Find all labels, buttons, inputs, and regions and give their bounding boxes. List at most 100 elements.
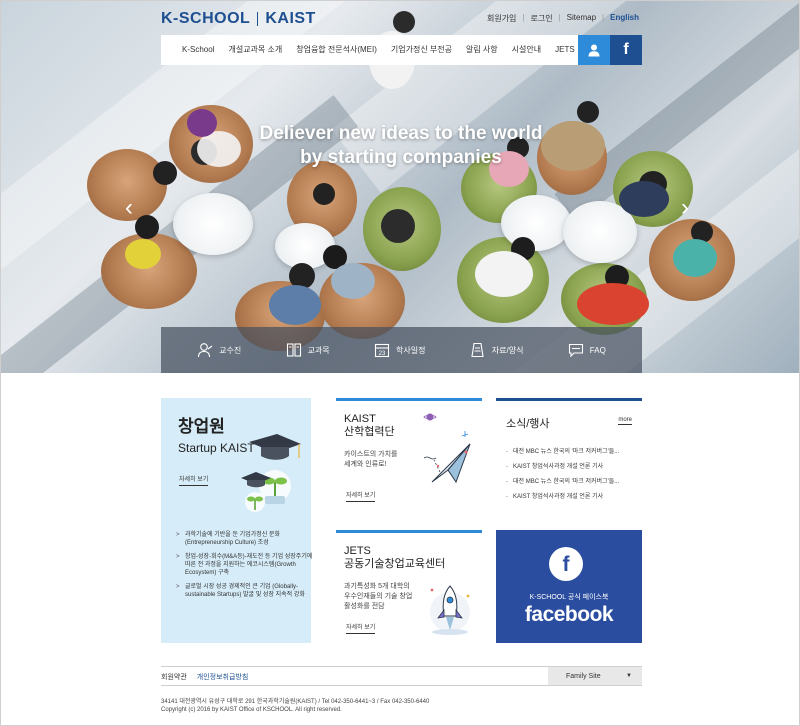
- footer-address: 34141 대전광역시 유성구 대학로 291 한국과학기술원(KAIST) /…: [161, 698, 429, 714]
- card-description: 카이스트의 가치를 세계와 인류로!: [344, 450, 397, 470]
- logo-divider: [257, 12, 259, 26]
- startup-bullet-list: > 과학기술에 기반을 둔 기업가정신 문화(Entrepreneurship C…: [176, 531, 316, 605]
- card-title-line: JETS: [344, 545, 371, 557]
- news-item-text: 대전 MBC 뉴스 한국의 '마크 저커버그'들...: [513, 449, 620, 455]
- quick-menu: 교수진 교과목 23 학사일정 자료/양식 FAQ: [161, 327, 642, 373]
- bullet-text: 과학기술에 기반을 둔 기업가정신 문화(Entrepreneurship Cu…: [185, 532, 280, 546]
- professor-icon: [198, 343, 213, 358]
- hero-headline: Deliever new ideas to the world by start…: [221, 122, 581, 170]
- chat-icon: [568, 343, 583, 358]
- person-photo: [125, 239, 161, 269]
- person-photo: [619, 181, 669, 217]
- startup-kaist-panel: 창업원 Startup KAIST 자세히 보기 > 과학기술에 기반을 둔 기업…: [161, 398, 312, 643]
- card-description: 과기특성화 5개 대학의 우수인재들의 기술 창업 활성화를 전담: [344, 582, 412, 612]
- list-item[interactable]: - 대전 MBC 뉴스 한국의 '마크 저커버그'들...: [506, 475, 640, 490]
- quick-label: 교과목: [307, 345, 330, 355]
- book-icon: [286, 343, 301, 357]
- site-logo[interactable]: K-SCHOOL KAIST: [161, 10, 316, 28]
- quick-label: 자료/양식: [491, 345, 524, 355]
- person-photo: [135, 215, 159, 239]
- startup-title: 창업원: [178, 417, 225, 436]
- card-title-line: 공동기술창업교육센터: [344, 558, 446, 570]
- hero-line-1: Deliever new ideas to the world: [259, 123, 543, 144]
- quick-item-documents[interactable]: 자료/양식: [470, 342, 524, 358]
- calendar-icon: 23: [374, 343, 390, 358]
- terms-link[interactable]: 회원약관: [161, 672, 187, 682]
- prev-slide-icon[interactable]: ‹: [121, 196, 137, 220]
- news-title: 소식/행사: [506, 418, 550, 430]
- card-desc-line: 활성화를 전담: [344, 603, 385, 610]
- nav-item-notice[interactable]: 알림 사항: [459, 35, 505, 65]
- svg-text:23: 23: [379, 351, 386, 357]
- news-item-text: KAIST 창업석사과정 개설 언론 기사: [513, 494, 604, 500]
- sitemap-link[interactable]: Sitemap: [567, 13, 596, 24]
- news-accent-bar: [496, 398, 642, 401]
- card-title-line: KAIST: [344, 413, 376, 425]
- card-title: KAIST 산학협력단: [344, 413, 395, 439]
- card-title-line: 산학협력단: [344, 426, 395, 438]
- quick-item-calendar[interactable]: 23 학사일정: [374, 342, 425, 358]
- card-desc-line: 세계와 인류로!: [344, 461, 387, 468]
- person-photo: [577, 101, 599, 123]
- list-item: > 글로벌 시장 성공 경제적인 큰 기업 (Globally-sustainab…: [176, 583, 316, 599]
- nav-item-mei[interactable]: 창업융합 전문석사(MEI): [289, 35, 384, 65]
- user-button[interactable]: [578, 35, 610, 65]
- facebook-wordmark: facebook: [524, 603, 614, 626]
- divider: |: [602, 13, 605, 22]
- person-photo: [187, 109, 217, 137]
- quick-label: FAQ: [589, 345, 606, 355]
- paper-plane-illustration: [423, 413, 471, 484]
- rocket-illustration: [430, 585, 470, 635]
- signup-link[interactable]: 회원가입: [487, 13, 516, 24]
- utility-links: 회원가입 | 로그인 | Sitemap | English: [487, 13, 639, 24]
- logo-kaist: KAIST: [265, 10, 316, 27]
- facebook-panel[interactable]: f K-SCHOOL 공식 페이스북 facebook: [496, 530, 642, 643]
- card-desc-line: 우수인재들의 기술 창업: [344, 593, 413, 600]
- table-photo: [173, 193, 253, 255]
- card-desc-line: 과기특성화 5개 대학의: [344, 583, 410, 590]
- jets-card: JETS 공동기술창업교육센터 과기특성화 5개 대학의 우수인재들의 기술 창…: [336, 530, 482, 643]
- news-panel: 소식/행사 more - 대전 MBC 뉴스 한국의 '마크 저커버그'들... …: [496, 398, 642, 518]
- person-photo: [475, 251, 533, 297]
- nav-item-minor[interactable]: 기업가정신 부전공: [384, 35, 459, 65]
- jets-more-link[interactable]: 자세히 보기: [346, 622, 376, 634]
- nav-item-jets[interactable]: JETS: [548, 35, 582, 65]
- main-navigation: K-School 개설교과목 소개 창업융합 전문석사(MEI) 기업가정신 부…: [161, 35, 642, 65]
- privacy-link[interactable]: 개인정보취급방침: [197, 672, 249, 682]
- address-text: 34141 대전광역시 유성구 대학로 291 한국과학기술원(KAIST) /…: [161, 699, 430, 705]
- news-item-text: KAIST 창업석사과정 개설 언론 기사: [513, 464, 604, 470]
- facebook-button[interactable]: f: [610, 35, 642, 65]
- person-photo: [673, 239, 717, 277]
- nav-item-courses[interactable]: 개설교과목 소개: [221, 35, 289, 65]
- startup-more-link[interactable]: 자세히 보기: [179, 474, 209, 486]
- bullet-text: 창업-성장-회수(M&A등)-재도전 등 기업 성장주기에 따른 전 과정을 지…: [185, 554, 313, 576]
- list-item[interactable]: - KAIST 창업석사과정 개설 언론 기사: [506, 490, 640, 505]
- card-desc-line: 카이스트의 가치를: [344, 451, 398, 458]
- news-more-link[interactable]: more: [618, 417, 632, 425]
- divider: |: [522, 13, 525, 22]
- divider: |: [558, 13, 561, 22]
- list-item[interactable]: - 대전 MBC 뉴스 한국의 '마크 저커버그'들...: [506, 445, 640, 460]
- news-list: - 대전 MBC 뉴스 한국의 '마크 저커버그'들... - KAIST 창업석사…: [506, 445, 640, 505]
- quick-item-faq[interactable]: FAQ: [568, 342, 606, 358]
- english-link[interactable]: English: [610, 13, 639, 24]
- facebook-icon: f: [623, 41, 629, 58]
- kaist-more-link[interactable]: 자세히 보기: [346, 490, 376, 502]
- nav-item-kschool[interactable]: K-School: [175, 35, 221, 65]
- document-icon: [471, 342, 484, 358]
- person-photo: [153, 161, 177, 185]
- bullet-text: 글로벌 시장 성공 경제적인 큰 기업 (Globally-sustainabl…: [185, 584, 305, 598]
- nav-item-facilities[interactable]: 시설안내: [505, 35, 548, 65]
- quick-item-professors[interactable]: 교수진: [197, 342, 241, 358]
- card-accent-bar: [336, 398, 482, 401]
- news-item-text: 대전 MBC 뉴스 한국의 '마크 저커버그'들...: [513, 479, 620, 485]
- login-link[interactable]: 로그인: [531, 13, 553, 24]
- list-item[interactable]: - KAIST 창업석사과정 개설 언론 기사: [506, 460, 640, 475]
- person-photo: [381, 209, 415, 243]
- small-sprout-illustration: [241, 472, 271, 512]
- next-slide-icon[interactable]: ›: [677, 196, 693, 220]
- family-site-select[interactable]: Family Site ▼: [548, 667, 642, 685]
- footer-divider: [161, 685, 642, 686]
- quick-item-courses[interactable]: 교과목: [286, 342, 330, 358]
- page-frame: Deliever new ideas to the world by start…: [0, 0, 800, 726]
